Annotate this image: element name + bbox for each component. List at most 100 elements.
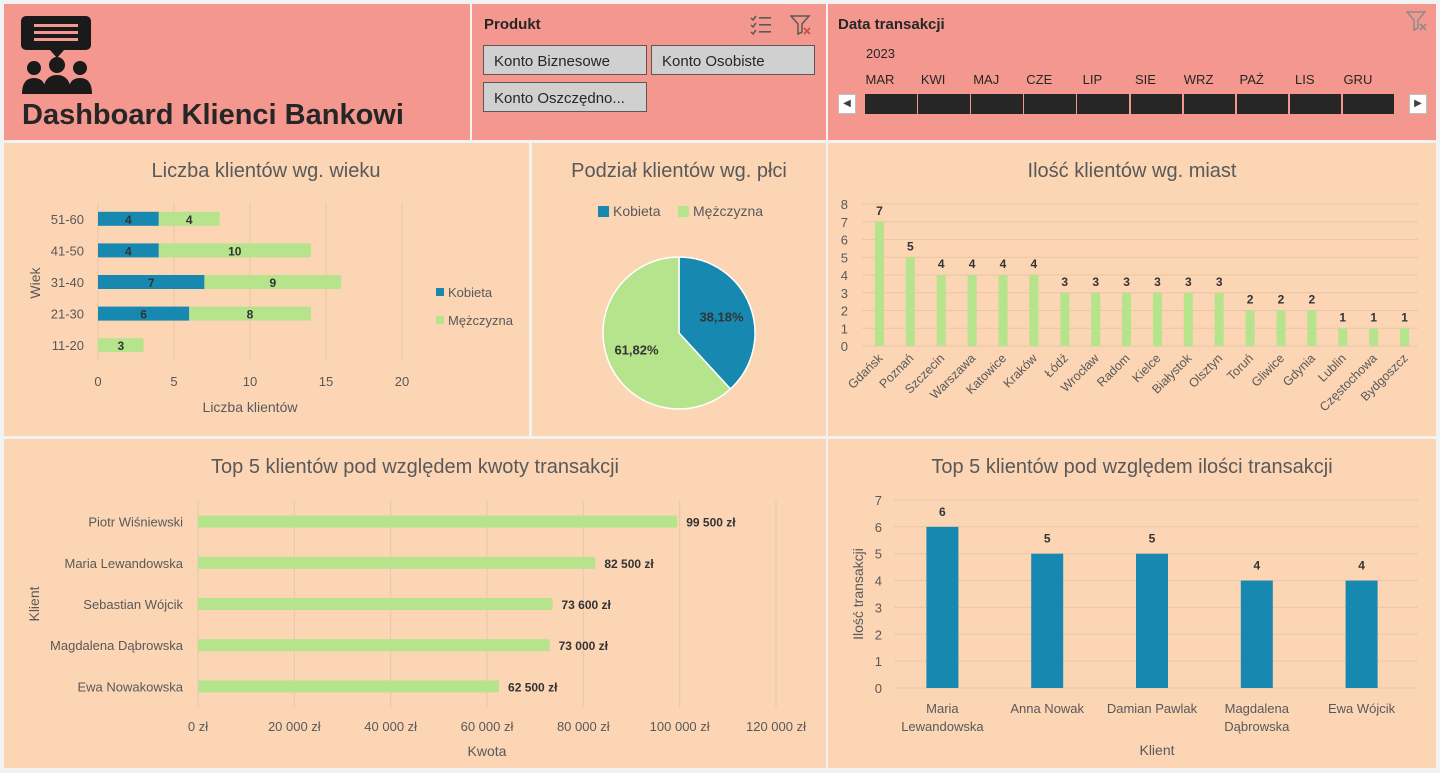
x-tick-label: 0: [94, 374, 101, 389]
data-label: 73 600 zł: [562, 598, 612, 612]
y-tick-label: Magdalena Dąbrowska: [50, 638, 184, 653]
gender-chart: Podział klientów wg. płci Kobieta Mężczyzn…: [571, 160, 787, 410]
timeline-scroll-right-icon[interactable]: ▶: [1409, 94, 1427, 114]
y-tick-label: 5: [841, 250, 848, 265]
timeline-year: 2023: [866, 46, 895, 61]
x-tick-label: 40 000 zł: [364, 719, 417, 734]
bar: [905, 257, 915, 346]
y-tick-label: 21-30: [51, 307, 84, 322]
bar: [1276, 310, 1286, 346]
bar: [1338, 328, 1348, 346]
timeline-month-bar[interactable]: [1183, 94, 1236, 114]
x-tick-label: Gliwice: [1249, 351, 1287, 389]
data-label: 5: [1149, 532, 1156, 546]
timeline-month-label: LIS: [1295, 72, 1315, 87]
data-label: 73 000 zł: [559, 639, 609, 653]
chart-title: Podział klientów wg. płci: [571, 160, 787, 182]
timeline-month-label: SIE: [1135, 72, 1156, 87]
timeline-scroll-left-icon[interactable]: ◀: [838, 94, 856, 114]
bar: [998, 275, 1008, 346]
x-tick-label: 20 000 zł: [268, 719, 321, 734]
timeline-month-bar[interactable]: [1289, 94, 1342, 114]
title-panel: Dashboard Klienci Bankowi: [4, 4, 470, 140]
y-tick-label: 6: [875, 520, 882, 535]
bar: [1152, 292, 1162, 346]
data-label: 2: [1247, 293, 1254, 307]
data-label: 6: [939, 505, 946, 519]
y-tick-label: 3: [875, 600, 882, 615]
data-label: 82 500 zł: [604, 557, 654, 571]
x-tick-label: 80 000 zł: [557, 719, 610, 734]
x-tick-label: Maria: [926, 701, 959, 716]
timeline-month-bar[interactable]: [971, 94, 1023, 114]
cities-chart-panel: Ilość klientów wg. miast 0 1 2 3 4 5 6 7 8 7 Gdańsk…: [828, 143, 1436, 436]
x-axis-label: Liczba klientów: [203, 399, 299, 415]
data-label: 3: [1185, 275, 1192, 289]
data-label: 4: [125, 213, 132, 227]
chart-title: Liczba klientów wg. wieku: [152, 160, 381, 182]
bar: [936, 275, 946, 346]
multi-select-icon[interactable]: [750, 14, 772, 36]
x-tick-label: Anna Nowak: [1010, 701, 1084, 716]
slicer-item-konto-osobiste[interactable]: Konto Osobiste: [651, 45, 815, 75]
data-label: 8: [247, 308, 254, 322]
clear-filter-icon[interactable]: [1405, 10, 1428, 32]
bar: [198, 680, 500, 693]
timeline-month-bar[interactable]: [1077, 94, 1129, 114]
bar: [874, 221, 884, 346]
x-tick-label: Lewandowska: [901, 719, 984, 734]
slicer-item-konto-oszczednosciowe[interactable]: Konto Oszczędno...: [483, 82, 647, 112]
bar: [1031, 553, 1064, 688]
y-tick-label: 2: [875, 627, 882, 642]
clear-filter-icon[interactable]: [789, 14, 812, 36]
x-axis-label: Kwota: [468, 743, 507, 759]
y-tick-label: 4: [875, 574, 882, 589]
data-label: 3: [1216, 275, 1223, 289]
timeline-month-label: PAŹ: [1239, 72, 1264, 87]
timeline-month-bar[interactable]: [1236, 94, 1289, 114]
data-label: 4: [938, 257, 945, 271]
bar: [198, 515, 678, 528]
cities-chart: Ilość klientów wg. miast012345678 7Gdańsk…: [841, 160, 1418, 414]
timeline-month-bar[interactable]: [1130, 94, 1183, 114]
slicer-item-konto-biznesowe[interactable]: Konto Biznesowe: [483, 45, 647, 75]
timeline-month-bar[interactable]: [865, 94, 917, 114]
y-tick-label: 3: [841, 286, 848, 301]
data-label: 6: [140, 308, 147, 322]
bar: [1240, 580, 1273, 688]
bar: [198, 598, 553, 610]
bar: [1400, 328, 1410, 346]
x-axis-label: Klient: [1139, 742, 1174, 758]
bar: [1369, 328, 1379, 346]
bar: [1136, 553, 1168, 688]
y-tick-label: Piotr Wiśniewski: [88, 515, 183, 530]
data-label: 99 500 zł: [686, 516, 736, 530]
y-tick-label: 0: [841, 339, 848, 354]
x-tick-label: 60 000 zł: [461, 719, 514, 734]
group-chat-icon: [20, 16, 94, 96]
product-slicer: Produkt Konto Biznesowe Konto Osobiste K…: [472, 4, 826, 140]
legend-swatch: [436, 288, 444, 296]
timeline-title: Data transakcji: [838, 16, 945, 33]
timeline-month-label: KWI: [920, 72, 946, 87]
x-tick-label: Olsztyn: [1186, 351, 1225, 390]
data-label: 2: [1309, 293, 1316, 307]
legend-swatch: [436, 316, 444, 324]
y-axis-label: Ilość transakcji: [850, 548, 866, 640]
data-label: 7: [148, 276, 155, 290]
x-tick-label: Radom: [1094, 351, 1132, 389]
x-tick-label: Damian Pawlak: [1107, 701, 1198, 716]
legend-swatch: [678, 206, 689, 217]
y-tick-label: 0: [875, 681, 882, 696]
timeline-month-label: GRU: [1343, 72, 1373, 87]
timeline-month-bar[interactable]: [1024, 94, 1076, 114]
timeline-month-bar[interactable]: [1342, 94, 1395, 114]
data-label: 4: [1031, 257, 1038, 271]
chart-title: Top 5 klientów pod względem ilości trans…: [931, 456, 1332, 478]
chart-title: Top 5 klientów pod względem kwoty transa…: [211, 456, 619, 478]
y-tick-label: 1: [841, 321, 848, 336]
timeline-month-bar[interactable]: [918, 94, 970, 114]
x-tick-label: 0 zł: [188, 719, 208, 734]
legend-label: Mężczyzna: [693, 203, 763, 219]
y-tick-label: Sebastian Wójcik: [83, 597, 183, 612]
